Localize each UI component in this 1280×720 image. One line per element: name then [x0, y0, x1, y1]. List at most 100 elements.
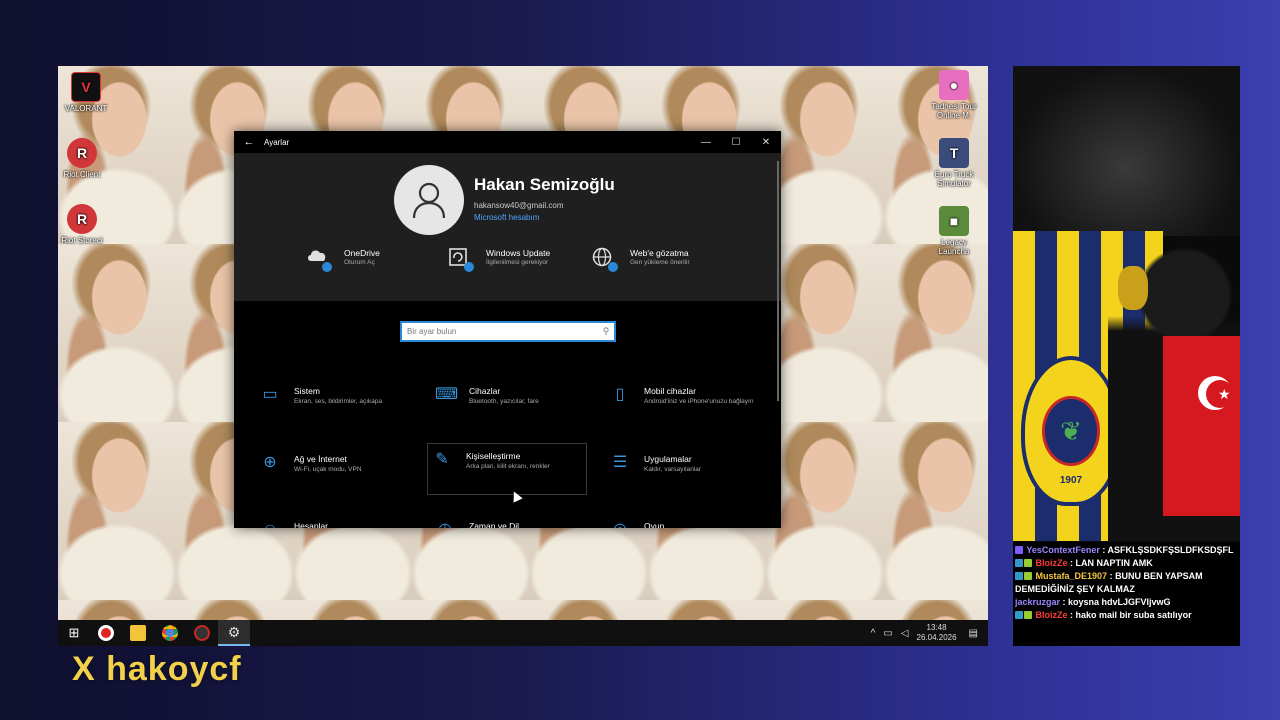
category-mobile[interactable]: ▯ Mobil cihazlar Android'iniz ve iPhone'… — [606, 379, 766, 431]
desktop-icon-launcher[interactable]: ■ Legacy Launcha — [930, 206, 978, 256]
helmet-visor — [1118, 266, 1148, 310]
category-title: Ağ ve İnternet — [294, 454, 347, 464]
chat-message: BloizZe : LAN NAPTIN AMK — [1015, 557, 1238, 570]
category-system[interactable]: ▭ Sistem Ekran, ses, bildirimler, açıkap… — [256, 379, 416, 431]
club-crest: ❦ 1907 — [1021, 356, 1121, 506]
category-time-language[interactable]: ◷ Zaman ve Dil — [431, 514, 591, 528]
chat-text: LAN NAPTIN AMK — [1075, 558, 1153, 568]
chat-user: jackruzgar — [1015, 597, 1061, 607]
phone-icon: ▯ — [615, 386, 625, 403]
clock-icon: ◷ — [435, 520, 455, 528]
chevron-up-icon[interactable]: ^ — [871, 628, 876, 639]
status-dot — [608, 262, 618, 272]
crowd-background — [1013, 66, 1240, 236]
quick-onedrive[interactable]: OneDrive Oturum Aç — [306, 247, 380, 272]
chat-text: koysna hdvLJGFVljvwG — [1068, 597, 1171, 607]
user-name: Hakan Semizoğlu — [474, 175, 615, 194]
notification-icon[interactable]: ▤ — [969, 628, 978, 639]
chat-user: Mustafa_DE1907 — [1035, 571, 1108, 581]
search-icon[interactable]: ⚲ — [598, 326, 614, 337]
apps-list-icon: ☰ — [612, 454, 628, 471]
desktop-icon-label: Riot Client — [63, 170, 101, 179]
category-subtitle: Bluetooth, yazıcılar, fare — [469, 398, 539, 405]
category-apps[interactable]: ☰ Uygulamalar Kaldır, varsayılanlar — [606, 447, 766, 499]
sub-badge-icon — [1024, 559, 1032, 567]
desktop-icon-tour[interactable]: ● Tadhesi Tour Online M. — [930, 70, 978, 120]
quick-windows-update[interactable]: Windows Update İlgilenilmesi gerekiyor — [448, 247, 551, 272]
chat-overlay: YesContextFener : ASFKLŞSDKFŞSLDFKSDŞFL … — [1013, 542, 1240, 646]
close-button[interactable]: ✕ — [751, 137, 781, 148]
quick-title: Windows Update — [486, 248, 551, 258]
category-personalization[interactable]: ✎ Kişiselleştirme Arka plan, kilit ekran… — [427, 443, 587, 495]
sub-badge-icon — [1015, 546, 1023, 554]
category-gaming[interactable]: ◎ Oyun — [606, 514, 766, 528]
quick-web-browsing[interactable]: Web'e gözatma Gen yükleme önerilir — [592, 247, 690, 272]
category-network[interactable]: ⊕ Ağ ve İnternet Wi-Fi, uçak modu, VPN — [256, 447, 416, 499]
update-icon — [448, 247, 474, 272]
settings-window: ← Ayarlar — ☐ ✕ Hakan Semizoğlu hakansow… — [234, 131, 781, 528]
taskbar-file-explorer[interactable] — [122, 620, 154, 646]
search-input[interactable] — [402, 323, 598, 340]
grass-block-icon: ■ — [939, 206, 969, 236]
settings-titlebar: ← Ayarlar — ☐ ✕ — [234, 131, 781, 153]
network-icon[interactable]: ▭ — [883, 628, 892, 639]
category-subtitle: Arka plan, kilit ekranı, renkler — [466, 463, 550, 470]
category-devices[interactable]: ⌨ Cihazlar Bluetooth, yazıcılar, fare — [431, 379, 591, 431]
status-dot — [464, 262, 474, 272]
user-email: hakansow40@gmail.com — [474, 201, 564, 210]
maximize-button[interactable]: ☐ — [721, 137, 751, 148]
category-subtitle: Android'iniz ve iPhone'unuzu bağlayın — [644, 398, 754, 405]
category-title: Oyun — [644, 521, 665, 528]
back-button[interactable]: ← — [234, 136, 264, 148]
clock-date: 26.04.2026 — [916, 633, 957, 642]
desktop-icon-label: Legacy Launcha — [938, 238, 970, 256]
category-title: Cihazlar — [469, 386, 501, 396]
streamer-handle: X hakoycf — [72, 650, 242, 688]
category-subtitle: Ekran, ses, bildirimler, açıkapa — [294, 398, 383, 405]
avatar[interactable] — [394, 165, 464, 235]
desktop-icon-riot-client[interactable]: R Riot Client — [58, 138, 106, 179]
chat-message: BloizZe : hako mail bir suba satılıyor — [1015, 609, 1238, 622]
quick-title: Web'e gözatma — [630, 248, 689, 258]
taskbar-media-player[interactable] — [90, 620, 122, 646]
category-subtitle: Kaldır, varsayılanlar — [644, 466, 702, 473]
cloud-icon — [306, 247, 332, 272]
window-title: Ayarlar — [264, 137, 290, 147]
user-icon — [412, 182, 446, 219]
sub-badge-icon — [1024, 572, 1032, 580]
chat-message: YesContextFener : ASFKLŞSDKFŞSLDFKSDŞFL — [1015, 544, 1238, 557]
star-icon: ★ — [1218, 386, 1231, 402]
category-title: Sistem — [294, 386, 320, 396]
chat-text: ASFKLŞSDKFŞSLDFKSDŞFL — [1107, 545, 1234, 555]
settings-search[interactable]: ⚲ — [400, 321, 616, 342]
microsoft-account-link[interactable]: Microsoft hesabım — [474, 213, 539, 222]
desktop-icon-label: Tadhesi Tour Online M. — [931, 102, 977, 120]
desktop-icon-euro-truck[interactable]: T Euro Truck Simulator — [930, 138, 978, 188]
minimize-button[interactable]: — — [691, 137, 721, 148]
camera-panel: ❦ 1907 ★ YesContextFener : ASFKLŞSDKFŞSL… — [1013, 66, 1240, 646]
chat-user: YesContextFener — [1026, 545, 1100, 555]
category-accounts[interactable]: ☺ Hesaplar — [256, 514, 416, 528]
desktop-icon-valorant[interactable]: V VALORANT — [62, 72, 110, 113]
chat-user: BloizZe — [1035, 610, 1068, 620]
tour-game-icon: ● — [939, 70, 969, 100]
mod-badge-icon — [1015, 572, 1023, 580]
globe-network-icon: ⊕ — [263, 454, 277, 471]
turkish-flag — [1163, 336, 1240, 516]
taskbar-chrome[interactable] — [154, 620, 186, 646]
desktop-icon-label: Riot Storeci — [61, 236, 103, 245]
chat-message: jackruzgar : koysna hdvLJGFVljvwG — [1015, 597, 1171, 607]
valorant-icon: V — [71, 72, 101, 102]
taskbar-settings[interactable]: ⚙ — [218, 620, 250, 646]
clock[interactable]: 13:48 26.04.2026 — [917, 623, 957, 643]
scrollbar[interactable] — [777, 161, 779, 401]
riot-client-icon: R — [67, 138, 97, 168]
taskbar-record-app[interactable] — [186, 620, 218, 646]
quick-title: OneDrive — [344, 248, 380, 258]
desktop-icon-riot-store[interactable]: R Riot Storeci — [58, 204, 106, 245]
quick-subtitle: İlgilenilmesi gerekiyor — [486, 259, 549, 266]
speaker-icon[interactable]: ◁ — [901, 628, 909, 639]
status-dot — [322, 262, 332, 272]
quick-subtitle: Gen yükleme önerilir — [630, 259, 690, 266]
start-button[interactable]: ⊞ — [58, 620, 90, 646]
